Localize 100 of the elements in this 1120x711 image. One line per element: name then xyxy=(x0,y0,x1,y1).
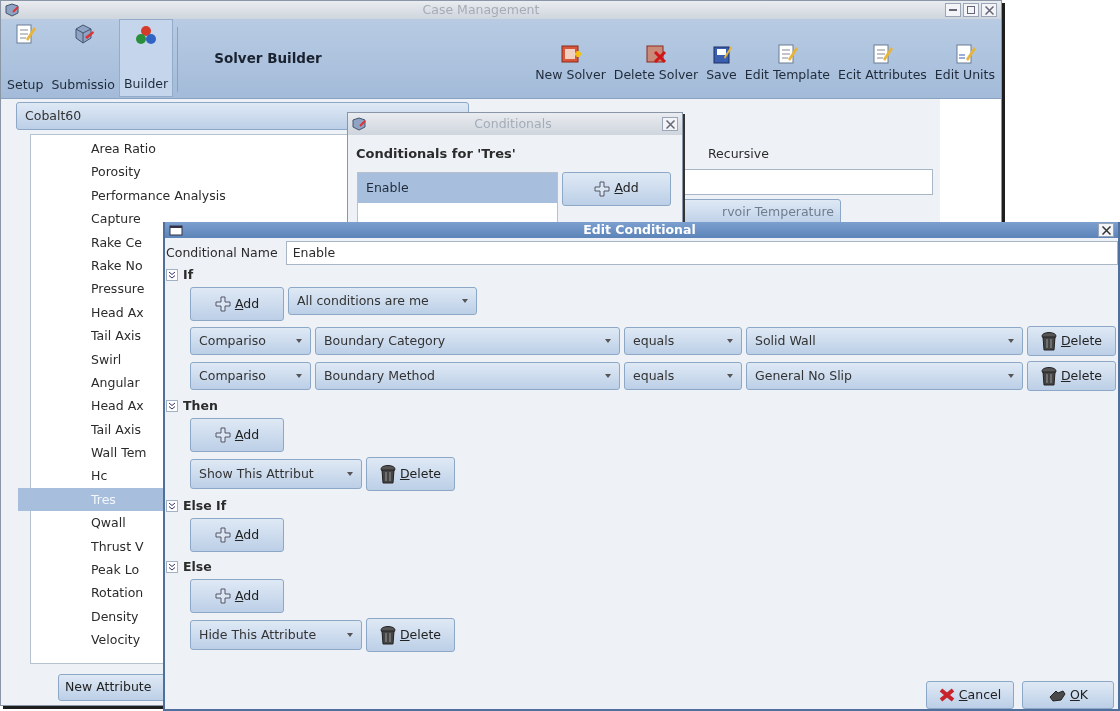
add-button[interactable]: Add xyxy=(562,171,671,206)
ok-button[interactable]: OK xyxy=(1022,681,1114,709)
section-label: Else xyxy=(183,557,212,576)
trash-icon xyxy=(379,464,396,484)
plus-icon xyxy=(594,180,611,197)
maximize-button[interactable] xyxy=(963,3,979,17)
field-dropdown[interactable]: Boundary Method xyxy=(315,362,620,390)
caret-icon xyxy=(605,339,611,343)
collapse-toggle[interactable] xyxy=(166,400,178,412)
delete-button[interactable]: Delete xyxy=(1027,326,1116,356)
toolbar-button[interactable]: Ecit Attributes xyxy=(834,19,931,97)
condition-type-dropdown[interactable]: Compariso xyxy=(190,327,311,355)
double-chevron-down-icon xyxy=(168,402,176,410)
caret-icon xyxy=(462,299,468,303)
trash-icon xyxy=(379,625,396,645)
operator-dropdown[interactable]: equals xyxy=(624,362,742,390)
list-item[interactable]: Wall Tem xyxy=(18,441,165,465)
section-label: Else If xyxy=(183,496,227,515)
collapse-toggle[interactable] xyxy=(166,561,178,573)
minimize-icon xyxy=(949,9,957,11)
toolbar-button[interactable]: New Solver xyxy=(531,19,610,97)
plus-icon xyxy=(214,588,231,604)
close-button[interactable] xyxy=(981,3,997,17)
list-item[interactable]: Velocity xyxy=(18,628,165,652)
list-item[interactable]: Tail Axis xyxy=(18,417,165,442)
field-label: Conditional Name xyxy=(166,243,278,262)
collapse-toggle[interactable] xyxy=(166,269,178,281)
list-item[interactable]: Qwall xyxy=(18,511,165,535)
value-dropdown[interactable]: Solid Wall xyxy=(746,327,1023,355)
list-item[interactable]: Rake Ce xyxy=(18,230,165,254)
notepad-icon xyxy=(953,43,976,65)
toolbar-button[interactable]: Edit Template xyxy=(740,19,835,97)
close-icon xyxy=(1101,225,1111,235)
delete-button[interactable]: Delete xyxy=(366,457,455,491)
toolbar-button[interactable]: Save xyxy=(702,19,741,97)
operator-dropdown[interactable]: equals xyxy=(624,327,742,355)
list-item[interactable]: Rake No xyxy=(18,253,165,278)
match-dropdown[interactable]: All conditions are me xyxy=(288,287,477,315)
toolbar-button[interactable]: Edit Units xyxy=(930,19,999,97)
maximize-icon xyxy=(967,6,975,14)
list-item[interactable]: Porosity xyxy=(18,160,165,184)
notepad-icon xyxy=(14,23,37,45)
list-item[interactable]: Angular xyxy=(18,370,165,395)
page-title: Solver Builder xyxy=(214,49,322,69)
toolbar-button[interactable]: Delete Solver xyxy=(609,19,703,97)
delete-document-icon xyxy=(644,43,667,65)
cancel-button[interactable]: Cancel xyxy=(926,681,1014,709)
minimize-button[interactable] xyxy=(945,3,961,17)
toolbar-button[interactable]: Setup xyxy=(3,19,48,97)
section-label: If xyxy=(183,265,194,284)
add-button[interactable]: Add xyxy=(190,287,284,321)
toolbar-button[interactable]: Builder xyxy=(119,19,174,97)
action-dropdown[interactable]: Hide This Attribute xyxy=(190,620,362,650)
caret-icon xyxy=(727,374,733,378)
caret-icon xyxy=(1008,374,1014,378)
list-item[interactable]: Area Ratio xyxy=(18,137,165,161)
delete-button[interactable]: Delete xyxy=(366,618,455,652)
add-button[interactable]: Add xyxy=(190,579,284,613)
trash-icon xyxy=(1040,331,1057,351)
name-field[interactable]: Enable xyxy=(285,241,1118,265)
add-button[interactable]: Add xyxy=(190,418,284,452)
field-dropdown[interactable]: Boundary Category xyxy=(315,327,620,355)
caret-icon xyxy=(1008,339,1014,343)
list-item[interactable]: Enable xyxy=(358,172,557,203)
trash-icon xyxy=(1040,366,1057,386)
plus-icon xyxy=(214,296,231,312)
list-item[interactable]: Swirl xyxy=(18,347,165,371)
close-button[interactable] xyxy=(662,117,678,131)
condition-type-dropdown[interactable]: Compariso xyxy=(190,362,311,390)
list-item[interactable]: Density xyxy=(18,604,165,629)
new-document-icon xyxy=(559,43,582,65)
list-item[interactable]: Thrust V xyxy=(18,534,165,559)
close-button[interactable] xyxy=(1098,223,1114,237)
caret-icon xyxy=(347,472,353,476)
collapse-toggle[interactable] xyxy=(166,500,178,512)
caret-icon xyxy=(296,374,302,378)
list-item[interactable]: Performance Analysis xyxy=(18,183,226,208)
app-icon xyxy=(352,117,366,131)
list-item[interactable]: Rotation xyxy=(18,581,165,605)
list-item[interactable]: Tail Axis xyxy=(18,324,165,348)
section-label: Then xyxy=(183,396,218,415)
plus-icon xyxy=(214,527,231,543)
window-title: Case Management xyxy=(421,0,541,19)
list-item[interactable]: Head Ax xyxy=(18,394,165,418)
list-item[interactable]: Head Ax xyxy=(18,300,165,325)
save-icon xyxy=(710,43,733,65)
delete-button[interactable]: Delete xyxy=(1027,361,1116,391)
list-item[interactable]: Peak Lo xyxy=(18,558,165,582)
notepad-icon xyxy=(871,43,894,65)
list-item[interactable]: Pressure xyxy=(18,277,165,301)
list-item[interactable]: Capture xyxy=(18,207,165,231)
list-item[interactable]: Hc xyxy=(18,464,165,488)
action-dropdown[interactable]: Show This Attribut xyxy=(190,459,362,489)
dialog-heading: Conditionals for 'Tres' xyxy=(355,145,517,163)
toolbar-button[interactable]: Submissio xyxy=(47,19,119,97)
value-dropdown[interactable]: General No Slip xyxy=(746,362,1023,390)
cancel-icon xyxy=(938,688,955,702)
notepad-icon xyxy=(776,43,799,65)
add-button[interactable]: Add xyxy=(190,518,284,552)
caret-icon xyxy=(605,374,611,378)
